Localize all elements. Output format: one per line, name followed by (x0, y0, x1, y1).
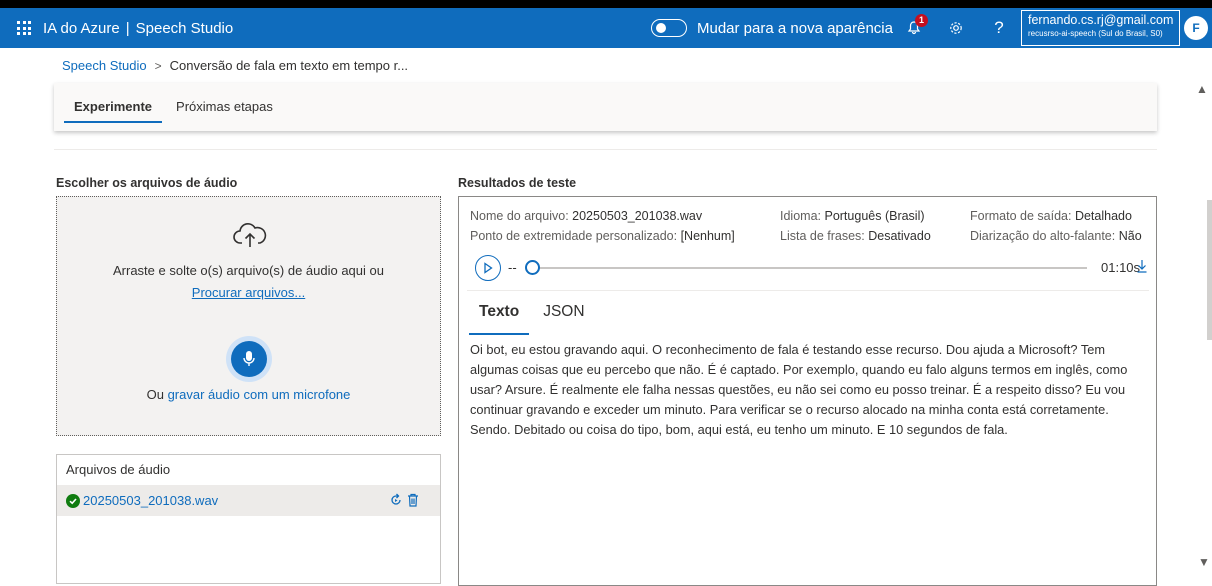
file-name-label: Nome do arquivo: (470, 209, 569, 223)
tab-json[interactable]: JSON (533, 301, 594, 331)
diarization-meta: Diarização do alto-falante: Não (970, 229, 1142, 243)
seek-thumb[interactable] (525, 260, 540, 275)
language-meta: Idioma: Português (Brasil) (780, 209, 925, 223)
window-top-edge (0, 0, 1212, 8)
account-panel[interactable]: fernando.cs.rj@gmail.com recusrso-ai-spe… (1021, 10, 1180, 46)
app-title[interactable]: IA do Azure | Speech Studio (43, 20, 233, 37)
endpoint-meta: Ponto de extremidade personalizado: [Nen… (470, 229, 735, 243)
gear-icon (950, 22, 962, 34)
microphone-icon (243, 351, 255, 366)
title-separator: | (125, 19, 130, 37)
new-look-toggle-group[interactable]: Mudar para a nova aparência (651, 8, 893, 48)
player-divider (467, 290, 1149, 291)
audio-player: -- 01:10s (475, 255, 1148, 281)
breadcrumb-chevron-icon: > (154, 58, 162, 73)
diarization-value: Não (1118, 229, 1142, 243)
page-tabs: Experimente Próximas etapas (54, 83, 1157, 131)
app-name: IA do Azure (43, 19, 120, 37)
top-bar: IA do Azure | Speech Studio Mudar para a n… (0, 8, 1212, 48)
record-microphone-button[interactable] (231, 341, 267, 377)
settings-button[interactable] (941, 8, 971, 48)
tab-experimente[interactable]: Experimente (64, 83, 163, 131)
dropzone-instructions: Arraste e solte o(s) arquivo(s) de áudio… (113, 263, 384, 278)
record-microphone-link[interactable]: gravar áudio com um microfone (168, 387, 351, 402)
delete-icon[interactable] (407, 493, 419, 507)
record-prefix: Ou (146, 387, 164, 402)
phrase-list-meta: Lista de frases: Desativado (780, 229, 931, 243)
audio-file-name[interactable]: 20250503_201038.wav (83, 493, 218, 508)
scroll-up-icon[interactable]: ▲ (1196, 82, 1208, 96)
phrase-list-label: Lista de frases: (780, 229, 865, 243)
scroll-down-icon[interactable]: ▼ (1198, 555, 1210, 569)
account-email: fernando.cs.rj@gmail.com (1028, 13, 1174, 27)
phrase-list-value: Desativado (868, 229, 931, 243)
tab-texto[interactable]: Texto (469, 301, 530, 335)
language-value: Português (Brasil) (824, 209, 925, 223)
test-results-panel: Nome do arquivo: 20250503_201038.wav Idi… (458, 196, 1157, 586)
breadcrumb: Speech Studio > Conversão de fala em tex… (62, 58, 408, 73)
breadcrumb-root-link[interactable]: Speech Studio (62, 58, 147, 73)
list-item[interactable]: 20250503_201038.wav (57, 485, 440, 516)
reprocess-icon[interactable] (389, 493, 403, 507)
help-button[interactable]: ? (984, 8, 1014, 48)
app-launcher-icon[interactable] (17, 21, 31, 35)
result-tabs: Texto JSON (469, 301, 599, 335)
play-icon (484, 262, 493, 274)
audio-files-panel: Arquivos de áudio 20250503_201038.wav (56, 454, 441, 584)
toggle-knob (656, 23, 666, 33)
cloud-upload-icon (233, 223, 267, 247)
audio-dropzone[interactable]: Arraste e solte o(s) arquivo(s) de áudio… (56, 196, 441, 436)
new-look-toggle[interactable] (651, 19, 687, 37)
browse-files-link[interactable]: Procurar arquivos... (57, 285, 440, 300)
results-section-title: Resultados de teste (458, 176, 577, 190)
seek-track[interactable] (535, 267, 1087, 269)
duration: 01:10s (1101, 260, 1141, 275)
transcript-text: Oi bot, eu estou gravando aqui. O reconh… (470, 342, 1128, 437)
new-look-toggle-label: Mudar para a nova aparência (697, 19, 893, 37)
file-name-value: 20250503_201038.wav (572, 209, 703, 223)
output-format-meta: Formato de saída: Detalhado (970, 209, 1132, 223)
file-name-meta: Nome do arquivo: 20250503_201038.wav (470, 209, 702, 223)
download-icon[interactable] (1136, 258, 1148, 279)
success-check-icon (66, 493, 80, 508)
notifications-button[interactable]: 1 (899, 8, 929, 48)
play-button[interactable] (475, 255, 501, 281)
section-divider (54, 149, 1157, 150)
output-format-label: Formato de saída: (970, 209, 1072, 223)
language-label: Idioma: (780, 209, 821, 223)
output-format-value: Detalhado (1074, 209, 1132, 223)
avatar[interactable]: F (1184, 16, 1208, 40)
tab-proximas-etapas[interactable]: Próximas etapas (166, 83, 283, 131)
account-resource: recusrso-ai-speech (Sul do Brasil, S0) (1028, 29, 1163, 38)
audio-files-title: Arquivos de áudio (66, 462, 171, 477)
upload-section-title: Escolher os arquivos de áudio (56, 176, 238, 190)
notification-badge: 1 (915, 14, 928, 27)
breadcrumb-current: Conversão de fala em texto em tempo r... (169, 58, 409, 73)
file-actions (389, 493, 419, 507)
help-icon: ? (994, 18, 1004, 37)
current-time: -- (508, 260, 517, 275)
page-scrollbar-thumb[interactable] (1207, 200, 1212, 340)
endpoint-value: [Nenhum] (680, 229, 735, 243)
endpoint-label: Ponto de extremidade personalizado: (470, 229, 678, 243)
diarization-label: Diarização do alto-falante: (970, 229, 1116, 243)
record-instructions: Ou gravar áudio com um microfone (57, 387, 440, 402)
product-name: Speech Studio (135, 19, 234, 37)
